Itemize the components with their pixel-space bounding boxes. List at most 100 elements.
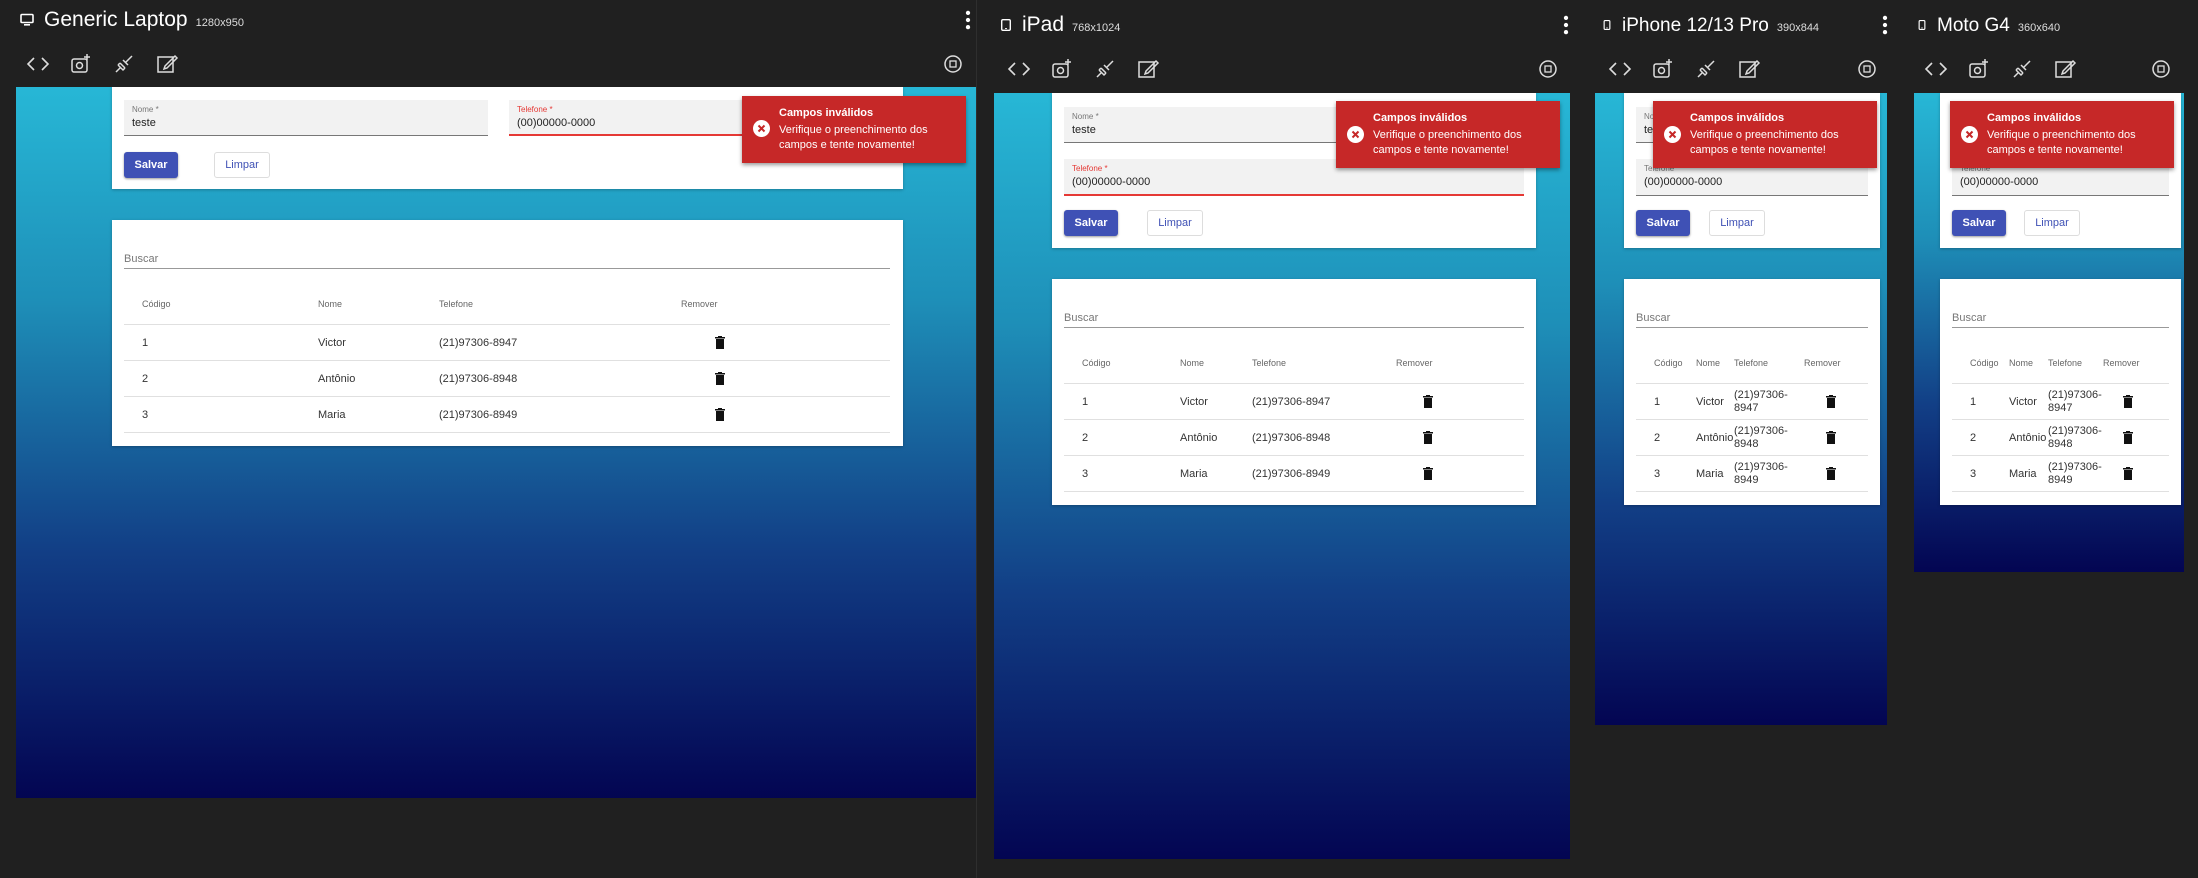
col-header-telefone: Telefone — [1252, 358, 1287, 368]
screenshot-icon[interactable] — [1050, 57, 1074, 81]
rotate-icon[interactable] — [942, 53, 964, 75]
more-options-icon[interactable] — [1559, 15, 1573, 35]
cell-nome: Maria — [318, 409, 346, 421]
device-header: Generic Laptop 1280x950 — [0, 0, 971, 48]
cell-telefone: (21)97306-8948 — [1252, 432, 1331, 444]
device-toolbar — [1608, 57, 1780, 81]
divider — [124, 360, 890, 361]
edit-icon[interactable] — [1136, 57, 1160, 81]
divider — [1952, 383, 2169, 384]
device-header: iPad 768x1024 — [985, 0, 1575, 48]
clear-button[interactable]: Limpar — [1147, 210, 1203, 236]
rotate-icon[interactable] — [1856, 58, 1878, 80]
device-toolbar — [26, 52, 198, 76]
trash-icon[interactable] — [2123, 431, 2133, 444]
cell-telefone-line: 8947 — [1734, 402, 1759, 414]
col-header-codigo: Código — [1082, 358, 1111, 368]
cell-telefone: (21)97306-8947 — [2048, 389, 2102, 415]
cell-nome: Antônio — [2009, 432, 2047, 444]
search-input[interactable]: Buscar — [1952, 312, 2169, 328]
col-header-telefone: Telefone — [439, 299, 474, 309]
cell-nome: Maria — [1696, 468, 1724, 480]
trash-icon[interactable] — [1826, 431, 1836, 444]
screenshot-icon[interactable] — [69, 52, 93, 76]
trash-icon[interactable] — [1826, 395, 1836, 408]
col-header-remover: Remover — [1804, 358, 1841, 368]
code-icon[interactable] — [1924, 57, 1948, 81]
cell-telefone-line: 8949 — [1734, 474, 1759, 486]
col-header-codigo: Código — [1970, 358, 1999, 368]
col-header-nome: Nome — [1696, 358, 1721, 368]
toast-message: Verifique o preenchimento dos campos e t… — [1373, 129, 1522, 156]
edit-icon[interactable] — [155, 52, 179, 76]
cell-nome: Antônio — [318, 373, 356, 385]
telefone-value: (00)00000-0000 — [1644, 176, 1723, 188]
device-name[interactable]: Generic Laptop — [44, 8, 188, 32]
code-icon[interactable] — [1608, 57, 1632, 81]
rotate-icon[interactable] — [2150, 58, 2172, 80]
connect-icon[interactable] — [1694, 57, 1718, 81]
divider — [1064, 383, 1524, 384]
trash-icon[interactable] — [2123, 467, 2133, 480]
trash-icon[interactable] — [1423, 395, 1433, 408]
connect-icon[interactable] — [1093, 57, 1117, 81]
toast-message: Verifique o preenchimento dos campos e t… — [779, 124, 928, 151]
list-card: Buscar Código Nome Telefone Remover 1 Vi… — [1940, 279, 2181, 505]
search-input[interactable]: Buscar — [124, 253, 890, 269]
cell-telefone-line: 8949 — [2048, 474, 2073, 486]
trash-icon[interactable] — [715, 372, 725, 385]
trash-icon[interactable] — [1423, 467, 1433, 480]
more-options-icon[interactable] — [1878, 15, 1892, 35]
divider — [1952, 455, 2169, 456]
phone-icon — [1603, 20, 1611, 30]
error-toast[interactable]: Campos inválidos Verifique o preenchimen… — [1653, 101, 1877, 168]
save-button[interactable]: Salvar — [1636, 210, 1690, 236]
edit-icon[interactable] — [2053, 57, 2077, 81]
search-input[interactable]: Buscar — [1636, 312, 1868, 328]
connect-icon[interactable] — [2010, 57, 2034, 81]
toast-message: Verifique o preenchimento dos campos e t… — [1690, 129, 1839, 156]
cell-codigo: 3 — [142, 409, 149, 421]
trash-icon[interactable] — [715, 336, 725, 349]
screenshot-icon[interactable] — [1967, 57, 1991, 81]
screenshot-icon[interactable] — [1651, 57, 1675, 81]
edit-icon[interactable] — [1737, 57, 1761, 81]
clear-button[interactable]: Limpar — [2024, 210, 2080, 236]
nome-field[interactable]: Nome * teste — [124, 100, 488, 136]
divider — [1064, 455, 1524, 456]
cell-codigo: 3 — [1970, 468, 1977, 480]
error-toast[interactable]: Campos inválidos Verifique o preenchimen… — [742, 96, 966, 163]
divider — [1952, 419, 2169, 420]
divider — [1636, 419, 1868, 420]
viewport-iphone: Nome * teste Telefone * (00)00000-0000 S… — [1595, 93, 1887, 725]
code-icon[interactable] — [1007, 57, 1031, 81]
more-options-icon[interactable] — [961, 10, 975, 30]
device-name[interactable]: Moto G4 — [1937, 15, 2010, 37]
device-toolbar — [1007, 57, 1179, 81]
trash-icon[interactable] — [715, 408, 725, 421]
trash-icon[interactable] — [1423, 431, 1433, 444]
code-icon[interactable] — [26, 52, 50, 76]
device-name[interactable]: iPad — [1022, 13, 1064, 37]
trash-icon[interactable] — [1826, 467, 1836, 480]
error-toast[interactable]: Campos inválidos Verifique o preenchimen… — [1950, 101, 2174, 168]
viewport-ipad: Nome * teste Telefone * (00)00000-0000 S… — [994, 93, 1570, 859]
rotate-icon[interactable] — [1537, 58, 1559, 80]
telefone-value: (00)00000-0000 — [1072, 176, 1151, 188]
trash-icon[interactable] — [2123, 395, 2133, 408]
save-button[interactable]: Salvar — [124, 152, 178, 178]
error-circle-icon — [753, 120, 770, 137]
device-size: 390x844 — [1776, 22, 1820, 34]
error-toast[interactable]: Campos inválidos Verifique o preenchimen… — [1336, 101, 1560, 168]
clear-button[interactable]: Limpar — [1709, 210, 1765, 236]
cell-telefone-line: (21)97306- — [1734, 425, 1788, 437]
cell-telefone-line: 8948 — [2048, 438, 2073, 450]
connect-icon[interactable] — [112, 52, 136, 76]
cell-telefone-line: (21)97306- — [2048, 461, 2102, 473]
clear-button[interactable]: Limpar — [214, 152, 270, 178]
search-input[interactable]: Buscar — [1064, 312, 1524, 328]
phone-icon — [1918, 20, 1926, 30]
save-button[interactable]: Salvar — [1064, 210, 1118, 236]
device-name[interactable]: iPhone 12/13 Pro — [1622, 15, 1769, 37]
save-button[interactable]: Salvar — [1952, 210, 2006, 236]
